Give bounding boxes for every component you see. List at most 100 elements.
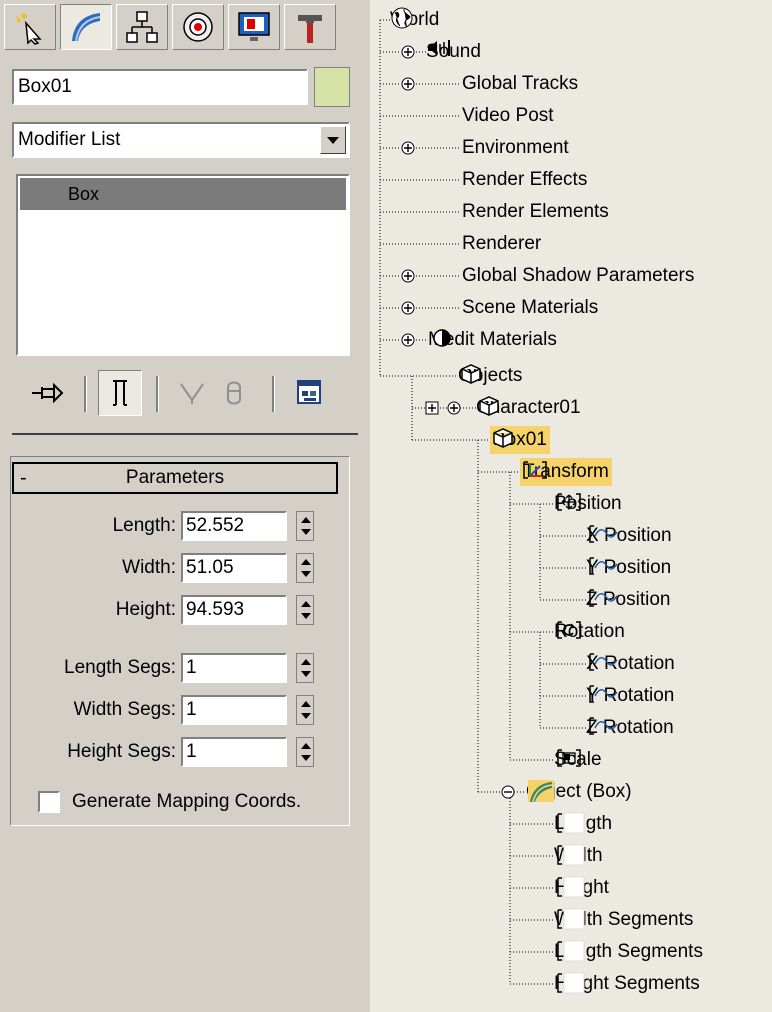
- configure-modifier-sets-icon: [297, 380, 321, 404]
- hierarchy-icon: [126, 11, 158, 43]
- motion-tab[interactable]: [172, 4, 224, 50]
- cube-icon: [493, 428, 513, 448]
- tree-item-rotation[interactable]: Rotation: [554, 618, 625, 646]
- tree-item-position[interactable]: Position: [554, 490, 622, 518]
- tree-item-world[interactable]: World: [390, 6, 439, 34]
- tree-item-environment[interactable]: Environment: [462, 134, 569, 162]
- tree-item-video-post[interactable]: Video Post: [462, 102, 554, 130]
- tree-label: Global Tracks: [462, 73, 579, 94]
- tree-item-height[interactable]: Height: [554, 874, 609, 902]
- tree-item-z-rotation[interactable]: Z Rotation: [586, 714, 674, 742]
- tree-item-render-effects[interactable]: Render Effects: [462, 166, 587, 194]
- pin-stack-button[interactable]: [24, 370, 70, 416]
- track-view-tree: World Sound Global Tracks Video Post Env…: [370, 0, 772, 1012]
- pin-stack-icon: [32, 383, 64, 403]
- width-spinner[interactable]: [296, 553, 314, 583]
- modify-tab[interactable]: [60, 4, 112, 50]
- tree-item-scene-materials[interactable]: Scene Materials: [462, 294, 598, 322]
- tree-item-length[interactable]: Length: [554, 810, 612, 838]
- generate-mapping-checkbox[interactable]: [38, 791, 60, 813]
- tree-label: Video Post: [462, 105, 554, 126]
- display-tab[interactable]: [228, 4, 280, 50]
- stack-item-box[interactable]: Box: [20, 178, 346, 210]
- float-controller-icon: [557, 940, 585, 962]
- hierarchy-tab[interactable]: [116, 4, 168, 50]
- cube-icon: [479, 396, 499, 416]
- length-spinner[interactable]: [296, 511, 314, 541]
- tree-item-y-rotation[interactable]: Y Rotation: [586, 682, 674, 710]
- rotate-icon: [557, 621, 581, 639]
- tree-item-y-position[interactable]: Y Position: [586, 554, 671, 582]
- tree-item-object-box[interactable]: Object (Box): [526, 778, 632, 806]
- length-segs-input[interactable]: 1: [181, 653, 287, 683]
- height-segs-input[interactable]: 1: [181, 737, 287, 767]
- float-controller-icon: [557, 844, 585, 866]
- height-segs-spinner[interactable]: [296, 737, 314, 767]
- width-label: Width:: [122, 557, 176, 578]
- make-unique-icon: [180, 383, 204, 404]
- tree-item-character01[interactable]: Character01: [476, 394, 581, 422]
- tree-item-objects[interactable]: Objects: [458, 362, 522, 390]
- width-segs-input[interactable]: 1: [181, 695, 287, 725]
- tree-item-transform[interactable]: Transform: [520, 458, 612, 486]
- tree-item-box01[interactable]: Box01: [490, 426, 550, 454]
- length-input[interactable]: 52.552: [181, 511, 287, 541]
- object-color-swatch[interactable]: [314, 67, 350, 107]
- object-name-field[interactable]: Box01: [12, 69, 308, 105]
- speaker-icon: [428, 40, 450, 56]
- tree-item-x-position[interactable]: X Position: [586, 522, 672, 550]
- parameters-title: Parameters: [125, 467, 225, 488]
- parameters-rollout-header[interactable]: - Parameters: [12, 462, 338, 494]
- height-segs-label: Height Segs:: [67, 741, 176, 762]
- float-controller-icon: [557, 972, 585, 994]
- make-unique-button[interactable]: [172, 370, 212, 416]
- panel-divider: [12, 433, 358, 435]
- height-spinner[interactable]: [296, 595, 314, 625]
- cube-icon: [461, 364, 481, 384]
- modifier-stack: Box: [16, 174, 350, 356]
- tree-item-renderer[interactable]: Renderer: [462, 230, 541, 258]
- modifier-list-dropdown[interactable]: Modifier List: [12, 122, 350, 158]
- tree-item-width[interactable]: Width: [554, 842, 603, 870]
- tree-item-height-segments[interactable]: Height Segments: [554, 970, 700, 998]
- remove-modifier-icon: [227, 381, 241, 405]
- float-controller-icon: [557, 812, 585, 834]
- curve-controller-icon: [589, 557, 618, 575]
- toolbar-separator: [156, 376, 159, 412]
- float-controller-icon: [557, 908, 585, 930]
- width-segs-spinner[interactable]: [296, 695, 314, 725]
- tree-item-sound[interactable]: Sound: [426, 38, 481, 66]
- utilities-icon: [298, 15, 322, 43]
- remove-modifier-button[interactable]: [214, 370, 254, 416]
- modifier-object-icon: [528, 780, 554, 803]
- curve-controller-icon: [589, 589, 618, 607]
- curve-controller-icon: [589, 685, 618, 703]
- tree-label: Renderer: [462, 233, 542, 254]
- create-tab[interactable]: [4, 4, 56, 50]
- height-label: Height:: [115, 599, 176, 620]
- tree-item-medit-materials[interactable]: Medit Materials: [428, 326, 557, 354]
- tree-item-width-segments[interactable]: Width Segments: [554, 906, 693, 934]
- scale-icon: [557, 749, 581, 767]
- tree-item-global-tracks[interactable]: Global Tracks: [462, 70, 578, 98]
- tree-label: Scene Materials: [462, 297, 599, 318]
- dropdown-arrow-icon[interactable]: [320, 126, 346, 154]
- tree-item-render-elements[interactable]: Render Elements: [462, 198, 609, 226]
- show-end-result-button[interactable]: [98, 370, 142, 416]
- tree-item-global-shadow-parameters[interactable]: Global Shadow Parameters: [462, 262, 694, 290]
- tree-item-highlight: Box01: [490, 426, 550, 454]
- modifier-list-label: Modifier List: [18, 129, 121, 150]
- curve-controller-icon: [589, 717, 618, 735]
- configure-modifier-sets-button[interactable]: [290, 370, 330, 416]
- height-input[interactable]: 94.593: [181, 595, 287, 625]
- tree-item-length-segments[interactable]: Length Segments: [554, 938, 703, 966]
- utilities-tab[interactable]: [284, 4, 336, 50]
- tree-item-z-position[interactable]: Z Position: [586, 586, 670, 614]
- tree-item-x-rotation[interactable]: X Rotation: [586, 650, 675, 678]
- tree-item-scale[interactable]: Scale: [554, 746, 602, 774]
- transform-icon: [523, 461, 547, 479]
- tree-label: Global Shadow Parameters: [462, 265, 695, 286]
- command-panel: Box01 Modifier List Box - Parameters Len…: [0, 0, 362, 1012]
- width-input[interactable]: 51.05: [181, 553, 287, 583]
- length-segs-spinner[interactable]: [296, 653, 314, 683]
